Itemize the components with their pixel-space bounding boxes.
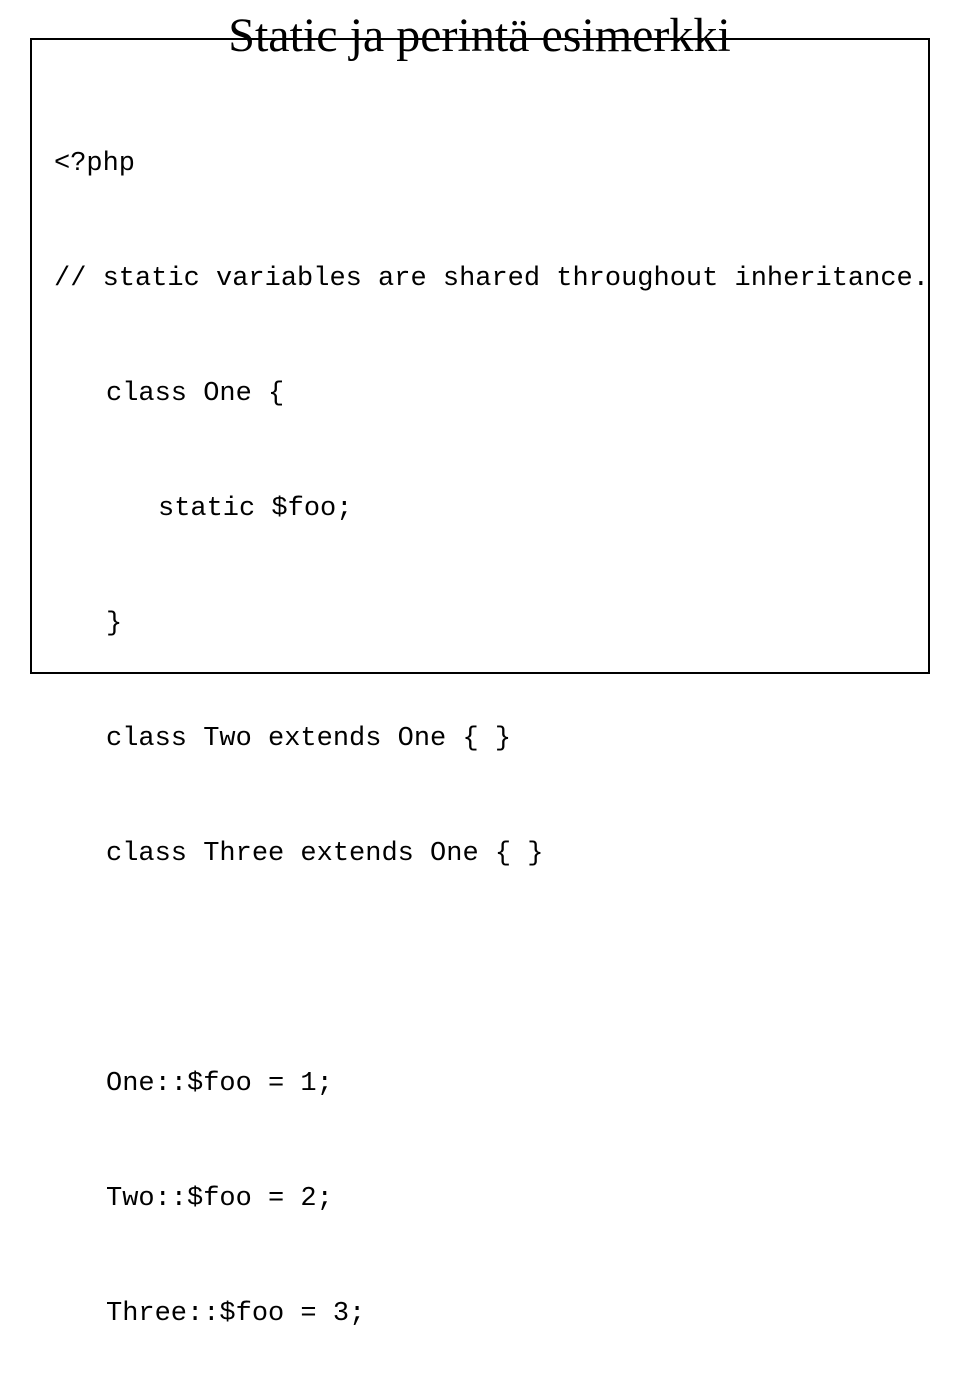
code-block: <?php // static variables are shared thr…	[54, 68, 906, 1376]
code-comment: // static variables are shared throughou…	[54, 260, 906, 298]
class-one-close: }	[54, 605, 906, 643]
class-three-decl: class Three extends One { }	[54, 835, 906, 873]
assign-two: Two::$foo = 2;	[54, 1180, 906, 1218]
assign-three: Three::$foo = 3;	[54, 1295, 906, 1333]
class-two-decl: class Two extends One { }	[54, 720, 906, 758]
static-foo-decl: static $foo;	[54, 490, 906, 528]
php-open-tag: <?php	[54, 145, 906, 183]
blank-line	[54, 950, 906, 988]
class-one-open: class One {	[54, 375, 906, 413]
code-example-box: <?php // static variables are shared thr…	[30, 38, 930, 674]
assign-one: One::$foo = 1;	[54, 1065, 906, 1103]
